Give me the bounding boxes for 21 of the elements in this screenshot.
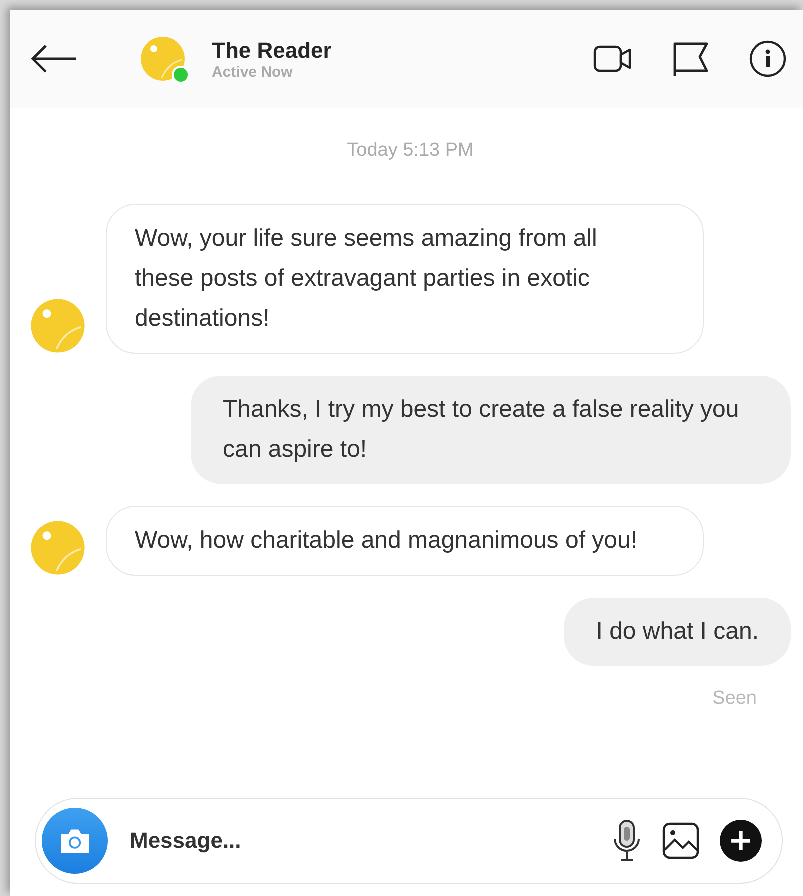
flag-icon[interactable] [671, 41, 711, 77]
microphone-icon[interactable] [612, 819, 642, 863]
contact-status: Active Now [212, 64, 294, 80]
back-arrow-icon[interactable] [30, 44, 78, 74]
sent-message-bubble: I do what I can. [564, 598, 791, 666]
avatar-icon [140, 36, 186, 82]
camera-icon [58, 827, 92, 855]
received-message-bubble: Wow, your life sure seems amazing from all these posts of extravagant parties in exotic destinations! [106, 204, 704, 354]
read-receipt: Seen [712, 688, 757, 710]
info-icon[interactable] [749, 40, 787, 78]
add-icon[interactable] [720, 820, 762, 862]
received-message-bubble: Wow, how charitable and magnanimous of you! [106, 506, 704, 576]
avatar-icon [30, 298, 86, 354]
camera-button[interactable] [42, 808, 108, 874]
message-input[interactable]: Message... [128, 827, 592, 855]
image-icon[interactable] [662, 822, 700, 860]
sent-message-bubble: Thanks, I try my best to create a false reality you can aspire to! [191, 376, 791, 484]
video-camera-icon[interactable] [593, 44, 633, 74]
timestamp: Today 5:13 PM [346, 140, 475, 162]
avatar-icon [30, 520, 86, 576]
contact-name: The Reader [212, 38, 332, 64]
